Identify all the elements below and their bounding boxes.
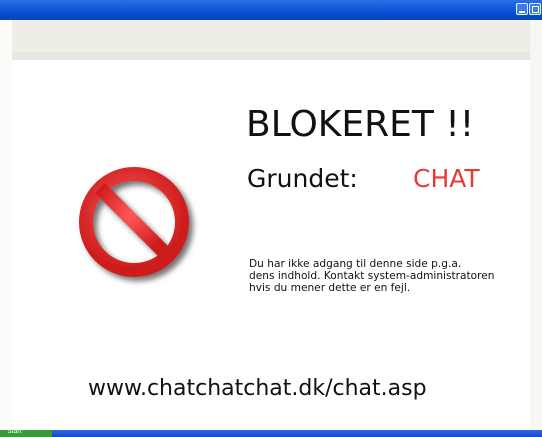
message-line: hvis du mener dette er en fejl.	[249, 282, 411, 294]
toolbar-separator	[12, 52, 530, 60]
block-message: Du har ikke adgang til denne side p.g.a.…	[249, 258, 529, 294]
page-title: BLOKERET !!	[246, 104, 475, 145]
taskbar	[0, 430, 542, 437]
start-button[interactable]: start	[0, 428, 52, 437]
right-frame	[530, 20, 542, 430]
start-button-label: start	[8, 428, 22, 435]
message-line: dens indhold. Kontakt system-administrat…	[249, 270, 495, 282]
blocked-url: www.chatchatchat.dk/chat.asp	[88, 376, 427, 401]
message-line: Du har ikke adgang til denne side p.g.a.	[249, 258, 462, 270]
reason-value: CHAT	[413, 164, 480, 193]
window-title-bar	[0, 0, 542, 20]
left-frame	[0, 20, 12, 430]
reason-label: Grundet:	[247, 164, 358, 193]
minimize-icon[interactable]	[516, 3, 528, 15]
browser-toolbar	[12, 20, 530, 53]
prohibition-sign-icon	[79, 167, 189, 277]
maximize-icon[interactable]	[529, 3, 541, 15]
